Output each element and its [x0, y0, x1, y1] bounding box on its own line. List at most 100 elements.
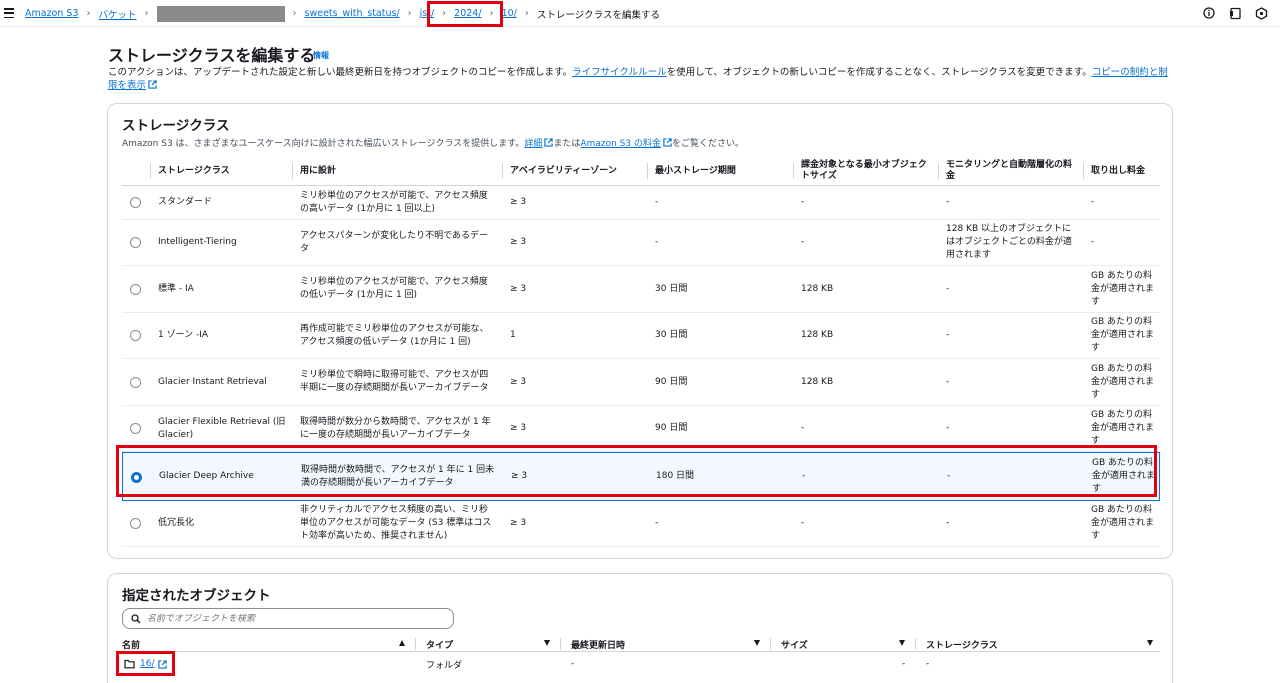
- object-size-cell: -: [902, 659, 906, 669]
- availability-zones-cell: ≥ 3: [510, 423, 527, 433]
- breadcrumb-amazon-s3[interactable]: Amazon S3: [25, 8, 79, 19]
- description-text: Amazon S3 は、さまざまなユースケース向けに設計された幅広いストレージク…: [122, 139, 525, 149]
- column-header-storage-class[interactable]: ストレージクラス: [926, 636, 998, 652]
- availability-zones-cell: ≥ 3: [510, 197, 527, 207]
- storage-class-row[interactable]: Glacier Deep Archive 取得時間が数時間で、アクセスが 1 年に…: [122, 452, 1160, 501]
- storage-class-name-cell: 低冗長化: [158, 518, 195, 528]
- monitoring-fee-cell: -: [946, 423, 950, 433]
- chevron-right-icon: ›: [144, 8, 149, 19]
- info-link[interactable]: 情報: [313, 50, 329, 61]
- breadcrumb-folder-2024[interactable]: 2024/: [454, 8, 481, 19]
- panel-toggle-icon[interactable]: [1228, 6, 1242, 20]
- storage-class-title: ストレージクラス: [122, 118, 230, 134]
- storage-class-row[interactable]: 標準 - IA ミリ秒単位のアクセスが可能で、アクセス頻度の低いデータ (1か月に…: [122, 266, 1160, 313]
- storage-class-radio[interactable]: [130, 376, 141, 388]
- info-circle-icon[interactable]: [1202, 6, 1216, 20]
- pricing-link[interactable]: Amazon S3 の料金: [580, 139, 661, 149]
- min-storage-duration-cell: -: [655, 197, 659, 207]
- chevron-right-icon: ›: [407, 8, 412, 19]
- settings-hexagon-icon[interactable]: [1254, 6, 1268, 20]
- min-billable-size-cell: 128 KB: [801, 376, 834, 387]
- monitoring-fee-cell: -: [946, 197, 950, 207]
- storage-class-radio[interactable]: [131, 471, 142, 483]
- storage-class-name-cell: Glacier Flexible Retrieval (旧 Glacier): [158, 416, 286, 440]
- retrieval-fee-cell: GB あたりの料金が適用されます: [1091, 270, 1155, 307]
- storage-class-description: Amazon S3 は、さまざまなユースケース向けに設計された幅広いストレージク…: [122, 136, 744, 149]
- column-header: 用に設計: [292, 156, 502, 186]
- storage-class-radio[interactable]: [130, 283, 141, 295]
- column-header-name[interactable]: 名前: [122, 636, 140, 652]
- breadcrumb-folder-10[interactable]: 10/: [502, 8, 517, 19]
- page-title: ストレージクラスを編集する: [108, 46, 316, 65]
- retrieval-fee-cell: GB あたりの料金が適用されます: [1091, 410, 1155, 446]
- availability-zones-cell: ≥ 3: [510, 283, 527, 294]
- sort-icon[interactable]: [754, 640, 760, 646]
- object-type-cell: フォルダ: [426, 660, 463, 671]
- object-name-cell: 16/: [124, 657, 168, 671]
- storage-class-name-cell: 標準 - IA: [158, 283, 194, 294]
- external-link-icon[interactable]: [158, 659, 168, 669]
- external-link-icon: [148, 80, 157, 89]
- breadcrumb-buckets[interactable]: バケット: [99, 7, 137, 21]
- breadcrumb: Amazon S3 › バケット › › sweets_with_status/…: [25, 0, 660, 27]
- sort-icon[interactable]: [1147, 640, 1153, 646]
- search-input[interactable]: [147, 613, 437, 624]
- column-divider: [560, 638, 561, 650]
- designed-for-cell: アクセスパターンが変化したり不明であるデータ: [300, 230, 489, 254]
- min-billable-size-cell: -: [801, 197, 805, 207]
- monitoring-fee-cell: -: [946, 283, 950, 294]
- designed-for-cell: ミリ秒単位で瞬時に取得可能で、アクセスが四半期に一度の存続期間が長いアーカイブデ…: [300, 370, 489, 393]
- storage-class-name-cell: スタンダード: [158, 197, 213, 207]
- column-divider: [415, 638, 416, 650]
- lifecycle-rule-link[interactable]: ライフサイクルルール: [572, 67, 667, 78]
- min-billable-size-cell: -: [801, 518, 805, 528]
- storage-class-row[interactable]: 低冗長化 非クリティカルでアクセス頻度の高い、ミリ秒単位のアクセスが可能なデータ …: [122, 501, 1160, 547]
- column-header-type[interactable]: タイプ: [426, 636, 453, 652]
- details-link[interactable]: 詳細: [524, 139, 542, 149]
- monitoring-fee-cell: -: [946, 330, 950, 340]
- storage-class-row[interactable]: Glacier Instant Retrieval ミリ秒単位で瞬時に取得可能で、…: [122, 359, 1160, 406]
- storage-class-name-cell: Intelligent-Tiering: [158, 237, 237, 247]
- menu-icon[interactable]: [4, 6, 14, 20]
- column-header-last-modified[interactable]: 最終更新日時: [571, 636, 625, 652]
- column-header-size[interactable]: サイズ: [781, 636, 808, 652]
- folder-icon: [124, 659, 135, 669]
- breadcrumb-current: ストレージクラスを編集する: [536, 9, 660, 21]
- sort-icon[interactable]: [899, 640, 905, 646]
- storage-class-radio[interactable]: [130, 197, 141, 208]
- specified-objects-title: 指定されたオブジェクト: [122, 588, 271, 604]
- storage-class-row[interactable]: Intelligent-Tiering アクセスパターンが変化したり不明であるデー…: [122, 220, 1160, 266]
- sort-icon[interactable]: [544, 640, 550, 646]
- sort-ascending-icon[interactable]: [399, 640, 405, 646]
- availability-zones-cell: ≥ 3: [510, 376, 527, 387]
- storage-class-name-cell: Glacier Instant Retrieval: [158, 376, 267, 387]
- retrieval-fee-cell: GB あたりの料金が適用されます: [1091, 317, 1155, 353]
- breadcrumb-folder-jst[interactable]: jst/: [420, 8, 435, 19]
- min-storage-duration-cell: 90 日間: [655, 376, 688, 387]
- storage-class-radio[interactable]: [130, 518, 141, 529]
- column-divider: [915, 638, 916, 650]
- storage-class-row[interactable]: スタンダード ミリ秒単位のアクセスが可能で、アクセス頻度の高いデータ (1か月に …: [122, 186, 1160, 220]
- external-link-icon: [663, 138, 672, 147]
- description-text: または: [553, 139, 581, 149]
- min-storage-duration-cell: 180 日間: [656, 471, 695, 481]
- storage-class-radio[interactable]: [130, 330, 141, 341]
- availability-zones-cell: ≥ 3: [511, 471, 528, 481]
- description-text: を使用して、オブジェクトの新しいコピーを作成することなく、ストレージクラスを変更…: [666, 67, 1092, 78]
- availability-zones-cell: 1: [510, 330, 516, 340]
- objects-header-row: [122, 636, 1160, 652]
- chevron-right-icon: ›: [86, 8, 91, 19]
- designed-for-cell: 取得時間が数分から数時間で、アクセスが 1 年に一度の存続期間が長いアーカイブデ…: [300, 416, 491, 440]
- storage-class-panel: ストレージクラス Amazon S3 は、さまざまなユースケース向けに設計された…: [107, 103, 1173, 559]
- min-billable-size-cell: 128 KB: [801, 283, 834, 294]
- storage-class-row[interactable]: 1 ゾーン -IA 再作成可能でミリ秒単位のアクセスが可能な、アクセス頻度の低いデ…: [122, 313, 1160, 359]
- storage-class-row[interactable]: Glacier Flexible Retrieval (旧 Glacier) 取得…: [122, 406, 1160, 452]
- breadcrumb-folder-sweets[interactable]: sweets_with_status/: [305, 8, 400, 19]
- designed-for-cell: 非クリティカルでアクセス頻度の高い、ミリ秒単位のアクセスが可能なデータ (S3 …: [300, 505, 492, 541]
- object-name-link[interactable]: 16/: [140, 659, 154, 669]
- storage-class-radio[interactable]: [130, 423, 141, 434]
- min-billable-size-cell: 128 KB: [801, 330, 834, 340]
- object-search-box[interactable]: [122, 608, 454, 629]
- storage-class-radio[interactable]: [130, 237, 141, 248]
- min-storage-duration-cell: 30 日間: [655, 330, 688, 340]
